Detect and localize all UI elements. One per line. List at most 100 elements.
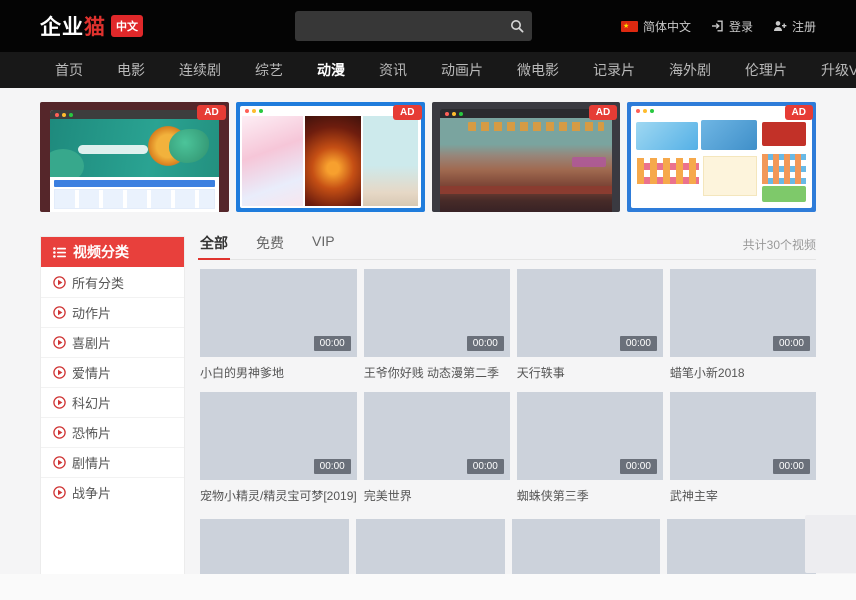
sidebar-category-item[interactable]: 科幻片 bbox=[41, 387, 184, 417]
nav-item[interactable]: 微电影 bbox=[517, 60, 559, 80]
traffic-dot-green bbox=[459, 112, 463, 116]
video-title[interactable]: 武神主宰 bbox=[670, 489, 816, 503]
language-label: 简体中文 bbox=[643, 18, 691, 35]
floating-side-widget bbox=[805, 515, 856, 573]
sidebar-category-item[interactable]: 剧情片 bbox=[41, 447, 184, 477]
nav-item[interactable]: 电影 bbox=[117, 60, 145, 80]
banner4-hero-block bbox=[636, 122, 698, 150]
nav-item[interactable]: 海外剧 bbox=[669, 60, 711, 80]
nav-item[interactable]: 伦理片 bbox=[745, 60, 787, 80]
traffic-dot-green bbox=[259, 109, 263, 113]
nav-item[interactable]: 动漫 bbox=[317, 60, 345, 80]
play-circle-icon bbox=[53, 396, 66, 409]
banner3-browser-window bbox=[440, 109, 613, 212]
banner4-feed-block bbox=[703, 156, 757, 196]
traffic-dot-red bbox=[445, 112, 449, 116]
nav-item[interactable]: 资讯 bbox=[379, 60, 407, 80]
nav-item[interactable]: 首页 bbox=[55, 60, 83, 80]
video-card[interactable]: 00:00 宠物小精灵/精灵宝可梦[2019] bbox=[200, 392, 357, 515]
banner4-icon-grid bbox=[637, 158, 699, 184]
bottom-fade bbox=[0, 574, 856, 600]
search-button[interactable] bbox=[502, 11, 532, 41]
tabs-container: 全部 免费 VIP bbox=[200, 233, 363, 259]
category-label: 动作片 bbox=[72, 303, 111, 322]
sign-in-icon bbox=[711, 20, 724, 32]
video-card[interactable]: 00:00 武神主宰 bbox=[670, 392, 816, 515]
video-title[interactable]: 宠物小精灵/精灵宝可梦[2019] bbox=[200, 489, 357, 503]
search-icon bbox=[510, 19, 524, 33]
banner4-green-block bbox=[762, 186, 806, 202]
filter-tab[interactable]: VIP bbox=[312, 233, 335, 259]
nav-item[interactable]: 连续剧 bbox=[179, 60, 221, 80]
sidebar-category-item[interactable]: 爱情片 bbox=[41, 357, 184, 387]
ad-badge: AD bbox=[393, 105, 421, 120]
top-header: 企业猫 中文 ★ 简体中文 bbox=[0, 0, 856, 52]
logo-language-badge: 中文 bbox=[111, 15, 143, 37]
traffic-dot-red bbox=[636, 109, 640, 113]
play-circle-icon bbox=[53, 456, 66, 469]
nav-item[interactable]: 动画片 bbox=[441, 60, 483, 80]
video-thumbnail[interactable]: 00:00 bbox=[364, 269, 510, 357]
video-card[interactable]: 00:00 完美世界 bbox=[364, 392, 510, 515]
duration-badge: 00:00 bbox=[467, 459, 504, 474]
register-label: 注册 bbox=[792, 18, 816, 35]
video-title[interactable]: 天行轶事 bbox=[517, 366, 663, 380]
banner2-game-panels bbox=[240, 116, 421, 208]
video-card[interactable]: 00:00 王爷你好贱 动态漫第二季 bbox=[364, 269, 510, 392]
site-logo[interactable]: 企业猫 中文 bbox=[40, 0, 143, 52]
sidebar-list: 所有分类 动作片 bbox=[41, 267, 184, 507]
video-card[interactable]: 00:00 小白的男神爹地 bbox=[200, 269, 357, 392]
nav-item[interactable]: 升级VIP bbox=[821, 60, 856, 80]
traffic-dot-yellow bbox=[643, 109, 647, 113]
ad-banner-4[interactable]: AD bbox=[627, 102, 816, 212]
video-title[interactable]: 蜡笔小新2018 bbox=[670, 366, 816, 380]
language-selector[interactable]: ★ 简体中文 bbox=[621, 18, 691, 35]
video-card[interactable]: 00:00 蜘蛛侠第三季 bbox=[517, 392, 663, 515]
ad-banner-2[interactable]: AD bbox=[236, 102, 425, 212]
duration-badge: 00:00 bbox=[467, 336, 504, 351]
banner2-browser-window bbox=[240, 106, 421, 208]
filter-tab[interactable]: 全部 bbox=[200, 233, 228, 259]
video-thumbnail[interactable]: 00:00 bbox=[517, 269, 663, 357]
play-circle-icon bbox=[53, 276, 66, 289]
search-input[interactable] bbox=[295, 11, 502, 41]
china-flag-icon: ★ bbox=[621, 21, 638, 32]
banner4-hero-block-2 bbox=[701, 120, 757, 150]
login-label: 登录 bbox=[729, 18, 753, 35]
filter-tab[interactable]: 免费 bbox=[256, 233, 284, 259]
banner4-icon-grid-2 bbox=[762, 154, 806, 184]
video-title[interactable]: 王爷你好贱 动态漫第二季 bbox=[364, 366, 510, 380]
video-card[interactable]: 00:00 天行轶事 bbox=[517, 269, 663, 392]
ad-banner-1[interactable]: AD bbox=[40, 102, 229, 212]
content-area: 视频分类 所有分类 bbox=[40, 236, 816, 600]
video-thumbnail[interactable]: 00:00 bbox=[200, 269, 357, 357]
sidebar-category-item[interactable]: 动作片 bbox=[41, 297, 184, 327]
banner1-blue-bar bbox=[54, 180, 215, 187]
register-link[interactable]: 注册 bbox=[773, 18, 816, 35]
ad-banner-3[interactable]: AD bbox=[432, 102, 621, 212]
traffic-dot-red bbox=[55, 113, 59, 117]
video-title[interactable]: 完美世界 bbox=[364, 489, 510, 503]
banner3-browser-chrome bbox=[440, 109, 613, 118]
video-thumbnail[interactable]: 00:00 bbox=[364, 392, 510, 480]
search-box bbox=[295, 11, 532, 41]
category-label: 科幻片 bbox=[72, 393, 111, 412]
sidebar-category-item[interactable]: 喜剧片 bbox=[41, 327, 184, 357]
logo-text-white: 企业 bbox=[40, 11, 84, 41]
login-link[interactable]: 登录 bbox=[711, 18, 753, 35]
video-thumbnail[interactable]: 00:00 bbox=[517, 392, 663, 480]
nav-item[interactable]: 综艺 bbox=[255, 60, 283, 80]
video-thumbnail[interactable]: 00:00 bbox=[200, 392, 357, 480]
nav-item[interactable]: 记录片 bbox=[593, 60, 635, 80]
video-title[interactable]: 小白的男神爹地 bbox=[200, 366, 357, 380]
video-thumbnail[interactable]: 00:00 bbox=[670, 392, 816, 480]
video-card[interactable]: 00:00 蜡笔小新2018 bbox=[670, 269, 816, 392]
banner3-game-scene bbox=[440, 118, 613, 212]
main-nav: 首页 电影 连续剧 综艺 动漫 资讯 动画片 微电影 记录片 海外剧 伦理片 升… bbox=[0, 52, 856, 88]
user-area: ★ 简体中文 登录 bbox=[621, 0, 816, 52]
video-thumbnail[interactable]: 00:00 bbox=[670, 269, 816, 357]
sidebar-category-item[interactable]: 战争片 bbox=[41, 477, 184, 507]
video-title[interactable]: 蜘蛛侠第三季 bbox=[517, 489, 663, 503]
sidebar-category-item[interactable]: 恐怖片 bbox=[41, 417, 184, 447]
sidebar-category-item[interactable]: 所有分类 bbox=[41, 267, 184, 297]
